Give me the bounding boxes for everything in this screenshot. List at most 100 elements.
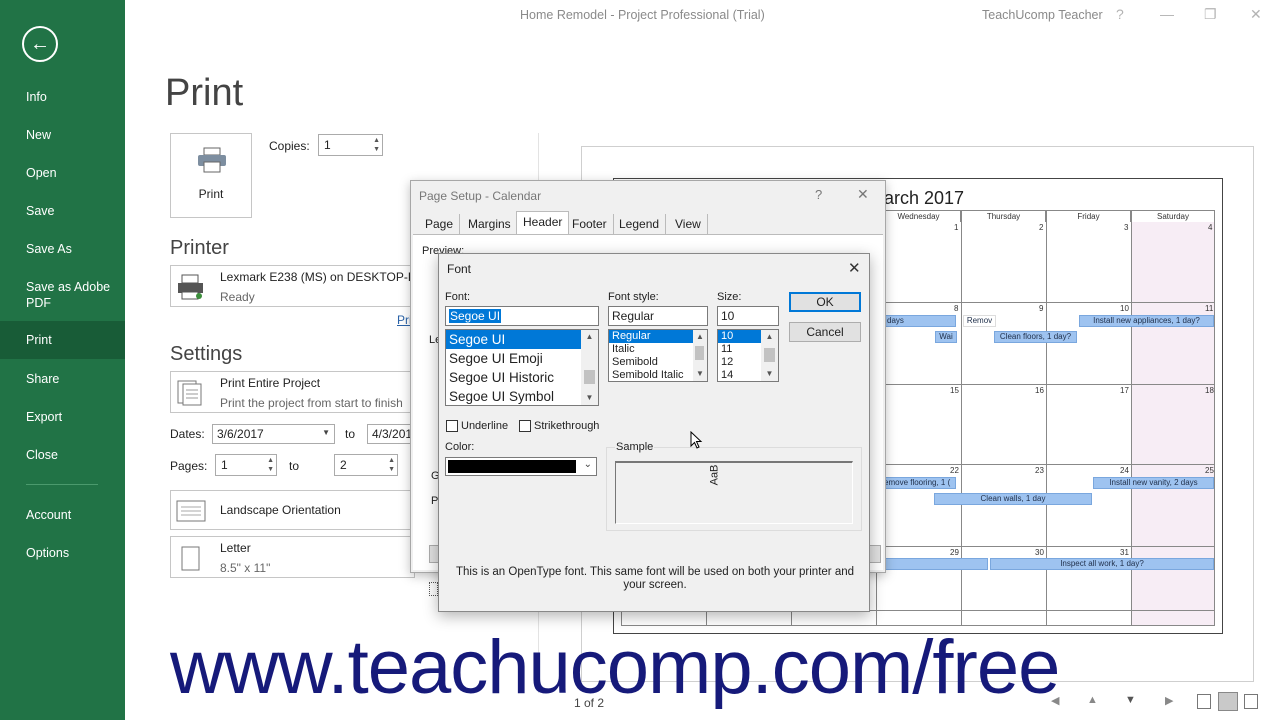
scroll-down-icon[interactable]: ▼ xyxy=(761,367,778,381)
date-from-select[interactable]: 3/6/2017 ▼ xyxy=(212,424,335,444)
underline-label[interactable]: Underline xyxy=(461,420,508,432)
copies-spinner[interactable]: 1 ▲ ▼ xyxy=(318,134,383,156)
font-name-input[interactable]: Segoe UI xyxy=(445,306,599,326)
font-size-label: Size: xyxy=(717,291,742,303)
day-number: 29 xyxy=(950,548,959,557)
nav-item-open[interactable]: Open xyxy=(0,165,125,181)
cancel-button[interactable]: Cancel xyxy=(789,322,861,342)
partial-button[interactable] xyxy=(869,545,881,563)
task-bar xyxy=(876,558,988,570)
pages-label: Pages: xyxy=(170,459,208,473)
user-name[interactable]: TeachUcomp Teacher xyxy=(982,8,1103,22)
nav-item-save-as-pdf[interactable]: Save as Adobe PDF xyxy=(0,279,125,311)
font-style-list[interactable]: Regular Italic Semibold Semibold Italic … xyxy=(608,329,708,382)
scroll-up-icon[interactable]: ▲ xyxy=(693,330,707,344)
day-number: 10 xyxy=(1120,304,1129,313)
minimize-icon[interactable]: — xyxy=(1160,6,1174,22)
mouse-cursor-icon xyxy=(690,431,703,449)
day-number: 16 xyxy=(1035,386,1044,395)
single-page-icon[interactable] xyxy=(1218,692,1238,711)
nav-item-save-as[interactable]: Save As xyxy=(0,241,125,257)
list-item[interactable]: Segoe UI Symbol xyxy=(446,387,598,405)
scroll-thumb[interactable] xyxy=(695,346,704,360)
tab-footer[interactable]: Footer xyxy=(566,214,614,234)
list-item[interactable]: Segoe UI xyxy=(446,330,598,349)
nav-item-options[interactable]: Options xyxy=(0,545,125,561)
scroll-down-icon[interactable]: ▼ xyxy=(693,367,707,381)
scroll-thumb[interactable] xyxy=(764,348,775,362)
nav-item-share[interactable]: Share xyxy=(0,371,125,387)
day-number: 2 xyxy=(1039,223,1044,232)
back-arrow-icon[interactable]: ← xyxy=(22,26,58,62)
tab-header[interactable]: Header xyxy=(516,211,570,234)
nav-item-account[interactable]: Account xyxy=(0,507,125,523)
day-number: 25 xyxy=(1205,466,1214,475)
day-number: 9 xyxy=(1039,304,1044,313)
page-up-icon[interactable]: ▲ xyxy=(1087,694,1098,706)
font-style-input[interactable]: Regular xyxy=(608,306,708,326)
printer-selector[interactable]: Lexmark E238 (MS) on DESKTOP-PC Ready xyxy=(170,265,425,307)
spinner-arrows-icon[interactable]: ▲ ▼ xyxy=(373,136,380,154)
multi-page-icon[interactable] xyxy=(1244,694,1258,709)
paper-size-selector[interactable]: Letter 8.5" x 11" xyxy=(170,536,415,578)
landscape-page-icon xyxy=(176,500,206,522)
page-down-icon[interactable]: ▼ xyxy=(1125,694,1136,706)
tab-legend[interactable]: Legend xyxy=(613,214,667,234)
nav-item-save[interactable]: Save xyxy=(0,203,125,219)
page-setup-link-fragment[interactable] xyxy=(429,582,438,596)
tab-page[interactable]: Page xyxy=(419,214,461,234)
scroll-up-icon[interactable]: ▲ xyxy=(581,330,598,344)
scroll-up-icon[interactable]: ▲ xyxy=(761,330,778,344)
scroll-thumb[interactable] xyxy=(584,370,595,384)
next-page-icon[interactable]: ▶ xyxy=(1165,694,1173,707)
day-number: 8 xyxy=(954,304,959,313)
day-header: Thursday xyxy=(961,210,1046,222)
scroll-down-icon[interactable]: ▼ xyxy=(581,391,598,405)
list-item[interactable]: Segoe UI Historic xyxy=(446,368,598,387)
pages-to-label: to xyxy=(289,459,300,473)
page-to-spinner[interactable]: 2 ▲ ▼ xyxy=(334,454,398,476)
strikethrough-label[interactable]: Strikethrough xyxy=(534,420,599,432)
copies-label: Copies: xyxy=(269,139,310,153)
color-select[interactable]: ⌄ xyxy=(445,457,597,476)
underline-checkbox[interactable] xyxy=(446,420,458,432)
page-from-spinner[interactable]: 1 ▲ ▼ xyxy=(215,454,277,476)
day-header: Friday xyxy=(1046,210,1131,222)
scrollbar[interactable]: ▲ ▼ xyxy=(761,330,778,381)
print-button[interactable]: Print xyxy=(170,133,252,218)
date-from-value: 3/6/2017 xyxy=(217,427,264,441)
scrollbar[interactable]: ▲ ▼ xyxy=(581,330,598,405)
paper-dimensions: 8.5" x 11" xyxy=(220,561,271,575)
nav-item-print[interactable]: Print xyxy=(0,321,125,359)
close-window-icon[interactable]: ✕ xyxy=(1250,6,1262,23)
nav-item-export[interactable]: Export xyxy=(0,409,125,425)
orientation-selector[interactable]: Landscape Orientation xyxy=(170,490,415,530)
list-item[interactable]: 10 xyxy=(718,330,761,343)
close-icon[interactable]: ✕ xyxy=(848,259,861,277)
fit-page-icon[interactable] xyxy=(1197,694,1211,709)
nav-item-info[interactable]: Info xyxy=(0,89,125,105)
nav-item-new[interactable]: New xyxy=(0,127,125,143)
paper-page-icon xyxy=(181,546,200,571)
dates-to-label: to xyxy=(345,427,356,441)
help-icon[interactable]: ? xyxy=(815,187,822,202)
sample-label: Sample xyxy=(615,441,655,453)
scrollbar[interactable]: ▲ ▼ xyxy=(693,330,707,381)
font-size-list[interactable]: 10 11 12 14 ▲ ▼ xyxy=(717,329,779,382)
font-list[interactable]: Segoe UI Segoe UI Emoji Segoe UI Histori… xyxy=(445,329,599,406)
ok-button[interactable]: OK xyxy=(789,292,861,312)
spinner-arrows-icon[interactable]: ▲ ▼ xyxy=(388,456,395,474)
nav-item-close[interactable]: Close xyxy=(0,447,125,463)
day-number: 3 xyxy=(1124,223,1129,232)
close-icon[interactable]: ✕ xyxy=(857,186,869,203)
spinner-arrows-icon[interactable]: ▲ ▼ xyxy=(267,456,274,474)
tab-view[interactable]: View xyxy=(669,214,708,234)
date-to-select[interactable]: 4/3/201 xyxy=(367,424,415,444)
tab-margins[interactable]: Margins xyxy=(462,214,518,234)
help-icon[interactable]: ? xyxy=(1116,6,1124,22)
print-scope-selector[interactable]: Print Entire Project Print the project f… xyxy=(170,371,415,413)
restore-icon[interactable]: ❐ xyxy=(1204,6,1217,23)
strikethrough-checkbox[interactable] xyxy=(519,420,531,432)
font-size-input[interactable]: 10 xyxy=(717,306,779,326)
list-item[interactable]: Segoe UI Emoji xyxy=(446,349,598,368)
